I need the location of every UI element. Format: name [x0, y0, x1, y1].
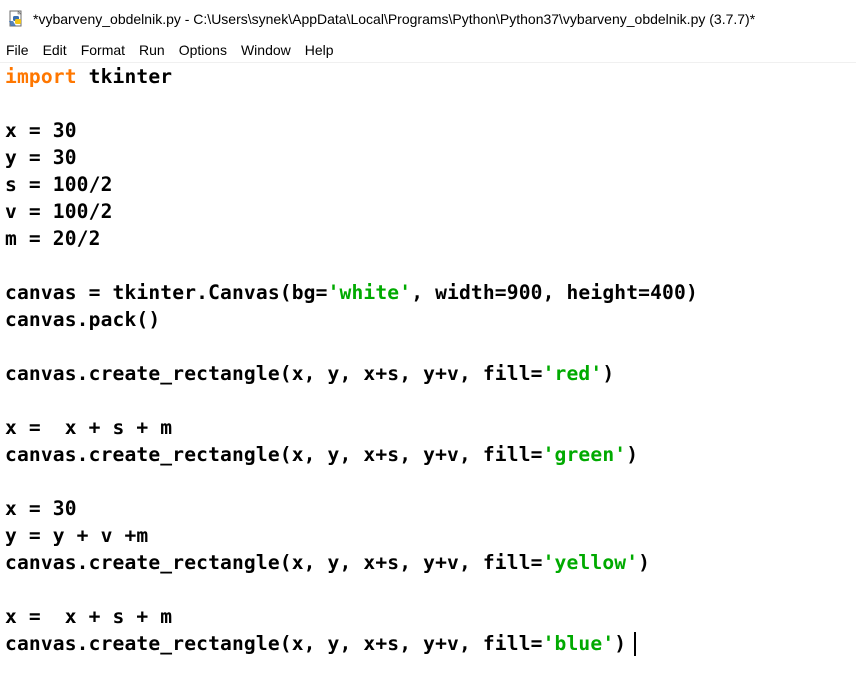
code-token: canvas.pack()	[5, 308, 161, 331]
code-line: canvas.create_rectangle(x, y, x+s, y+v, …	[5, 360, 856, 387]
string-token: 'green'	[542, 443, 627, 466]
code-line: v = 100/2	[5, 198, 856, 225]
window-title: *vybarveny_obdelnik.py - C:\Users\synek\…	[33, 11, 756, 27]
code-token: canvas.create_rectangle(x, y, x+s, y+v, …	[5, 362, 543, 385]
code-line: canvas.create_rectangle(x, y, x+s, y+v, …	[5, 630, 856, 657]
code-line: y = y + v +m	[5, 522, 856, 549]
code-line: x = x + s + m	[5, 414, 856, 441]
string-token: 'white'	[327, 281, 412, 304]
code-line: canvas = tkinter.Canvas(bg='white', widt…	[5, 279, 856, 306]
code-line: import tkinter	[5, 63, 856, 90]
code-token: )	[602, 362, 615, 385]
text-cursor	[634, 631, 636, 656]
code-token: x = 30	[5, 119, 77, 142]
code-token: x = x + s + m	[5, 416, 173, 439]
code-editor[interactable]: import tkinter x = 30 y = 30 s = 100/2 v = …	[0, 63, 856, 677]
code-token: canvas.create_rectangle(x, y, x+s, y+v, …	[5, 551, 543, 574]
keyword-token: import	[5, 65, 77, 88]
code-token: )	[638, 551, 651, 574]
code-line: canvas.create_rectangle(x, y, x+s, y+v, …	[5, 441, 856, 468]
title-bar[interactable]: *vybarveny_obdelnik.py - C:\Users\synek\…	[0, 0, 856, 38]
idle-editor-window: *vybarveny_obdelnik.py - C:\Users\synek\…	[0, 0, 856, 677]
menu-run[interactable]: Run	[132, 38, 172, 63]
string-token: 'blue'	[542, 632, 615, 655]
code-line: s = 100/2	[5, 171, 856, 198]
code-token: canvas = tkinter.Canvas(bg=	[5, 281, 328, 304]
code-token: y = 30	[5, 146, 77, 169]
code-line: x = x + s + m	[5, 603, 856, 630]
code-token: canvas.create_rectangle(x, y, x+s, y+v, …	[5, 443, 543, 466]
code-line: x = 30	[5, 117, 856, 144]
code-line: x = 30	[5, 495, 856, 522]
code-line: canvas.create_rectangle(x, y, x+s, y+v, …	[5, 549, 856, 576]
menu-edit[interactable]: Edit	[36, 38, 74, 63]
python-file-icon	[9, 10, 22, 27]
code-line: y = 30	[5, 144, 856, 171]
string-token: 'red'	[542, 362, 603, 385]
menu-file[interactable]: File	[0, 38, 36, 63]
code-token: , width=900, height=400)	[411, 281, 698, 304]
string-token: 'yellow'	[542, 551, 639, 574]
code-line: m = 20/2	[5, 225, 856, 252]
code-token: x = x + s + m	[5, 605, 173, 628]
code-token: canvas.create_rectangle(x, y, x+s, y+v, …	[5, 632, 543, 655]
code-token: tkinter	[76, 65, 173, 88]
code-token: s = 100/2	[5, 173, 113, 196]
code-token: x = 30	[5, 497, 77, 520]
code-token: )	[614, 632, 627, 655]
code-token: m = 20/2	[5, 227, 101, 250]
code-token: )	[626, 443, 639, 466]
code-line: canvas.pack()	[5, 306, 856, 333]
menu-options[interactable]: Options	[172, 38, 234, 63]
code-token: y = y + v +m	[5, 524, 149, 547]
menu-bar: File Edit Format Run Options Window Help	[0, 38, 856, 63]
menu-window[interactable]: Window	[234, 38, 298, 63]
menu-format[interactable]: Format	[74, 38, 132, 63]
menu-help[interactable]: Help	[298, 38, 341, 63]
code-token: v = 100/2	[5, 200, 113, 223]
